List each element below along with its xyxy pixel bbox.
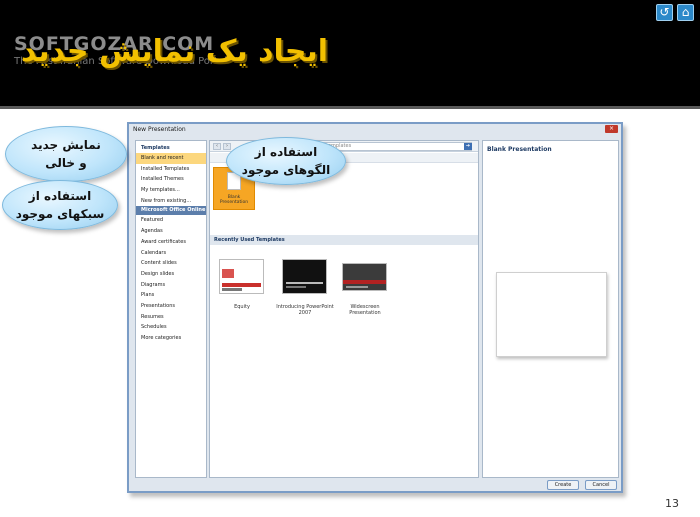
dialog-title: New Presentation <box>133 126 186 133</box>
online-section-header: Microsoft Office Online <box>136 206 206 216</box>
template-thumb-widescreen[interactable] <box>342 263 387 291</box>
nav-item-more-categories[interactable]: More categories <box>136 333 206 344</box>
callout-new-blank: نمایش جدید و خالی <box>5 126 127 182</box>
template-label-introducing-powerpoint: Introducing PowerPoint 2007 <box>276 304 334 316</box>
forward-arrow-icon[interactable]: › <box>223 143 231 150</box>
nav-item-calendars[interactable]: Calendars <box>136 248 206 259</box>
home-icon[interactable]: ⌂ <box>677 4 694 21</box>
preview-pane: Blank Presentation <box>482 140 619 478</box>
callout-themes-line1: استفاده از <box>28 189 92 203</box>
template-thumb-equity[interactable] <box>219 259 264 294</box>
nav-item-design-slides[interactable]: Design slides <box>136 269 206 280</box>
callout-themes: استفاده از سبکهای موجود <box>2 180 118 230</box>
callout-templates: استفاده از الگوهای موجود <box>226 137 346 185</box>
nav-item-new-from-existing[interactable]: New from existing... <box>136 196 206 207</box>
templates-nav-pane: Templates Blank and recent Installed Tem… <box>135 140 207 478</box>
slide-preview <box>496 272 607 357</box>
slide-title: ایجاد یک نمایش جدید <box>20 34 328 69</box>
nav-item-my-templates[interactable]: My templates... <box>136 185 206 196</box>
template-search-input[interactable]: templates <box>322 142 472 151</box>
nav-item-blank-and-recent[interactable]: Blank and recent <box>136 153 206 164</box>
nav-item-installed-themes[interactable]: Installed Themes <box>136 174 206 185</box>
callout-new-blank-line2: و خالی <box>45 156 87 170</box>
nav-item-content-slides[interactable]: Content slides <box>136 258 206 269</box>
banner-divider <box>0 106 700 109</box>
templates-header: Templates <box>141 145 170 151</box>
template-thumb-introducing-powerpoint[interactable] <box>282 259 327 294</box>
cancel-button[interactable]: Cancel <box>585 480 617 490</box>
nav-item-agendas[interactable]: Agendas <box>136 226 206 237</box>
search-go-icon[interactable]: ➔ <box>464 143 472 150</box>
create-button[interactable]: Create <box>547 480 579 490</box>
preview-title: Blank Presentation <box>487 146 552 153</box>
nav-item-featured[interactable]: Featured <box>136 215 206 226</box>
template-label-widescreen: Widescreen Presentation <box>349 304 381 316</box>
callout-templates-line2: الگوهای موجود <box>241 163 331 177</box>
nav-item-installed-templates[interactable]: Installed Templates <box>136 164 206 175</box>
templates-gallery-pane: ‹ › templates ➔ Blank Presentation Recen… <box>209 140 479 478</box>
nav-item-schedules[interactable]: Schedules <box>136 322 206 333</box>
nav-item-presentations[interactable]: Presentations <box>136 301 206 312</box>
nav-item-resumes[interactable]: Resumes <box>136 312 206 323</box>
callout-new-blank-line1: نمایش جدید <box>31 138 101 152</box>
page-number: 13 <box>665 497 679 510</box>
nav-item-award-certificates[interactable]: Award certificates <box>136 237 206 248</box>
back-arrow-icon[interactable]: ‹ <box>213 143 221 150</box>
callout-templates-line1: استفاده از <box>254 145 318 159</box>
back-icon[interactable]: ↺ <box>656 4 673 21</box>
template-label-equity: Equity <box>234 304 250 310</box>
callout-themes-line2: سبکهای موجود <box>15 207 105 221</box>
recent-templates-header: Recently Used Templates <box>210 235 478 245</box>
nav-item-diagrams[interactable]: Diagrams <box>136 280 206 291</box>
close-icon[interactable]: × <box>605 125 618 133</box>
new-presentation-dialog: New Presentation × Templates Blank and r… <box>127 122 623 493</box>
blank-presentation-label: Blank Presentation <box>219 195 249 205</box>
nav-item-plans[interactable]: Plans <box>136 290 206 301</box>
